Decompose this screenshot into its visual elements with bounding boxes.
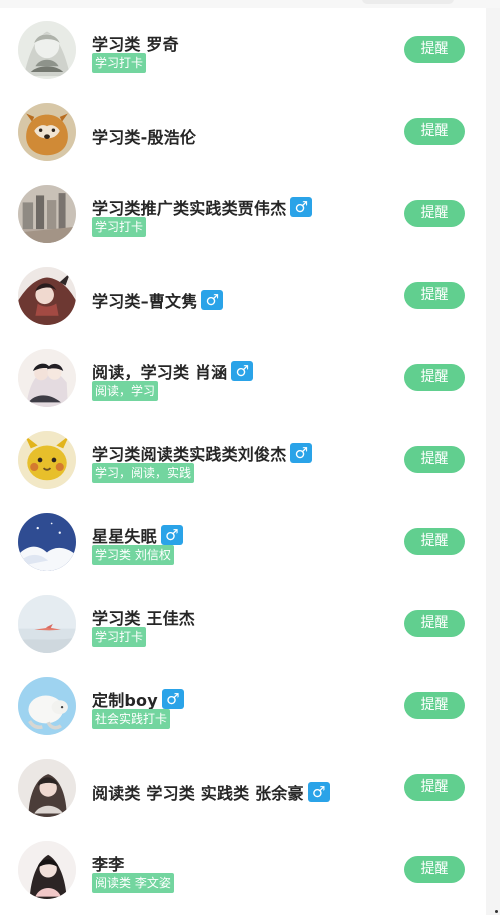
pikachu-avatar-icon xyxy=(18,431,76,489)
avatar xyxy=(18,431,76,489)
avatar xyxy=(18,677,76,735)
avatar xyxy=(18,103,76,161)
user-tag: 学习打卡 xyxy=(92,217,147,237)
user-name: 学习类推广类实践类贾伟杰 xyxy=(92,199,287,218)
name-line: 学习类 罗奇 xyxy=(92,31,179,55)
male-icon: ♂ xyxy=(161,689,184,709)
avatar xyxy=(18,21,76,79)
user-name: 学习类 王佳杰 xyxy=(92,609,195,628)
name-line: 李李 xyxy=(92,851,124,875)
remind-button[interactable]: 提醒 xyxy=(404,774,465,801)
remind-button[interactable]: 提醒 xyxy=(404,36,465,63)
girl-avatar-icon xyxy=(18,759,76,817)
user-tag: 社会实践打卡 xyxy=(92,709,171,729)
user-tag: 学习打卡 xyxy=(92,53,147,73)
avatar xyxy=(18,267,76,325)
remind-button[interactable]: 提醒 xyxy=(404,856,465,883)
top-bar xyxy=(0,0,500,8)
user-name: 李李 xyxy=(92,855,125,874)
male-icon: ♂ xyxy=(201,290,224,310)
user-name: 学习类阅读类实践类刘俊杰 xyxy=(92,445,287,464)
remind-button[interactable]: 提醒 xyxy=(404,364,465,391)
remind-button[interactable]: 提醒 xyxy=(404,692,465,719)
sheep-avatar-icon xyxy=(18,677,76,735)
avatar xyxy=(18,513,76,571)
page-indicator-dot xyxy=(495,910,498,913)
member-row: 学习类推广类实践类贾伟杰 ♂ 学习打卡 提醒 xyxy=(0,172,486,254)
member-row: 定制boy ♂ 社会实践打卡 提醒 xyxy=(0,664,486,746)
user-tag: 学习打卡 xyxy=(92,627,147,647)
male-icon: ♂ xyxy=(307,782,330,802)
member-row: 学习类 王佳杰 学习打卡 提醒 xyxy=(0,582,486,664)
user-tag: 学习类 刘信权 xyxy=(92,545,174,565)
avatar xyxy=(18,185,76,243)
page: 学习类 罗奇 学习打卡 提醒 学习类-殷浩伦 提醒 学习类推广类实践类贾伟杰 ♂… xyxy=(0,0,500,915)
name-line: 星星失眠 ♂ xyxy=(92,523,183,547)
remind-button[interactable]: 提醒 xyxy=(404,446,465,473)
anime-avatar-icon xyxy=(18,267,76,325)
member-list: 学习类 罗奇 学习打卡 提醒 学习类-殷浩伦 提醒 学习类推广类实践类贾伟杰 ♂… xyxy=(0,8,486,910)
user-tag: 学习，阅读，实践 xyxy=(92,463,195,483)
name-line: 阅读，学习类 肖涵 ♂ xyxy=(92,359,254,383)
user-name: 定制boy xyxy=(92,691,158,710)
anime-avatar-icon xyxy=(18,349,76,407)
name-line: 学习类 王佳杰 xyxy=(92,605,195,629)
remind-button[interactable]: 提醒 xyxy=(404,282,465,309)
user-name: 阅读，学习类 肖涵 xyxy=(92,363,228,382)
user-name: 学习类-殷浩伦 xyxy=(92,128,197,147)
name-line: 阅读类 学习类 实践类 张余豪 ♂ xyxy=(92,780,330,804)
name-line: 定制boy ♂ xyxy=(92,687,184,711)
city-avatar-icon xyxy=(18,185,76,243)
male-icon: ♂ xyxy=(290,197,313,217)
member-row: 学习类–曹文隽 ♂ 提醒 xyxy=(0,254,486,336)
anime-avatar-icon xyxy=(18,21,76,79)
user-name: 阅读类 学习类 实践类 张余豪 xyxy=(92,784,304,803)
remind-button[interactable]: 提醒 xyxy=(404,528,465,555)
night-sky-avatar-icon xyxy=(18,513,76,571)
member-row: 阅读类 学习类 实践类 张余豪 ♂ 提醒 xyxy=(0,746,486,828)
user-tag: 阅读，学习 xyxy=(92,381,159,401)
name-line: 学习类推广类实践类贾伟杰 ♂ xyxy=(92,195,313,219)
male-icon: ♂ xyxy=(231,361,254,381)
remind-button[interactable]: 提醒 xyxy=(404,610,465,637)
member-row: 李李 阅读类 李文姿 提醒 xyxy=(0,828,486,910)
remind-button[interactable]: 提醒 xyxy=(404,118,465,145)
top-search-pill xyxy=(362,0,454,4)
user-tag: 阅读类 李文姿 xyxy=(92,873,174,893)
user-name: 学习类–曹文隽 xyxy=(92,292,198,311)
member-row: 星星失眠 ♂ 学习类 刘信权 提醒 xyxy=(0,500,486,582)
avatar xyxy=(18,841,76,899)
name-line: 学习类阅读类实践类刘俊杰 ♂ xyxy=(92,441,313,465)
avatar xyxy=(18,595,76,653)
user-name: 星星失眠 xyxy=(92,527,157,546)
sky-avatar-icon xyxy=(18,595,76,653)
member-row: 学习类 罗奇 学习打卡 提醒 xyxy=(0,8,486,90)
girl-avatar-icon xyxy=(18,841,76,899)
member-row: 阅读，学习类 肖涵 ♂ 阅读，学习 提醒 xyxy=(0,336,486,418)
scroll-track xyxy=(486,8,500,915)
dog-avatar-icon xyxy=(18,103,76,161)
remind-button[interactable]: 提醒 xyxy=(404,200,465,227)
user-name: 学习类 罗奇 xyxy=(92,35,179,54)
member-row: 学习类-殷浩伦 提醒 xyxy=(0,90,486,172)
male-icon: ♂ xyxy=(160,525,183,545)
name-line: 学习类–曹文隽 ♂ xyxy=(92,288,224,312)
avatar xyxy=(18,349,76,407)
male-icon: ♂ xyxy=(290,443,313,463)
avatar xyxy=(18,759,76,817)
name-line: 学习类-殷浩伦 xyxy=(92,124,196,148)
member-row: 学习类阅读类实践类刘俊杰 ♂ 学习，阅读，实践 提醒 xyxy=(0,418,486,500)
